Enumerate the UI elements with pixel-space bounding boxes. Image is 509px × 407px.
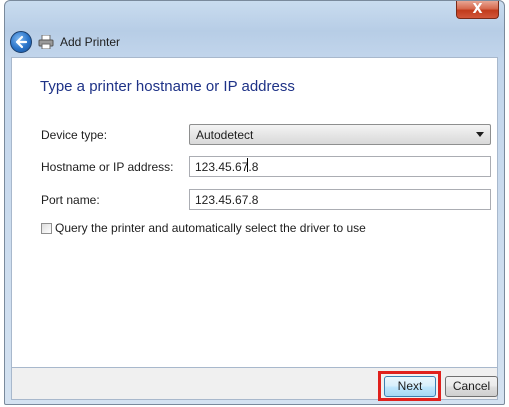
back-button[interactable] xyxy=(10,31,32,53)
device-type-label: Device type: xyxy=(41,128,108,142)
close-button[interactable]: X xyxy=(456,1,499,19)
back-arrow-icon xyxy=(15,35,28,49)
text-cursor xyxy=(247,158,248,172)
add-printer-window: X Add Printer Type a printer hostname or… xyxy=(4,0,505,405)
printer-icon xyxy=(38,35,54,49)
device-type-value: Autodetect xyxy=(196,128,254,142)
hostname-input[interactable] xyxy=(189,156,491,177)
device-type-dropdown[interactable]: Autodetect xyxy=(189,124,491,145)
query-printer-checkbox[interactable] xyxy=(41,223,52,234)
port-name-label: Port name: xyxy=(41,193,100,207)
cancel-button[interactable]: Cancel xyxy=(445,376,498,397)
port-name-input[interactable] xyxy=(189,189,491,210)
chevron-down-icon xyxy=(476,132,484,137)
query-printer-label[interactable]: Query the printer and automatically sele… xyxy=(55,221,366,235)
wizard-content: Type a printer hostname or IP address De… xyxy=(11,57,498,368)
next-button[interactable]: Next xyxy=(384,376,436,397)
wizard-footer: Next Cancel xyxy=(11,368,498,401)
page-title: Type a printer hostname or IP address xyxy=(40,78,295,95)
title-bar[interactable]: X xyxy=(5,1,504,31)
navigation-bar: Add Printer xyxy=(5,31,504,53)
close-icon: X xyxy=(472,2,483,17)
hostname-label: Hostname or IP address: xyxy=(41,160,174,174)
window-title: Add Printer xyxy=(60,35,121,49)
